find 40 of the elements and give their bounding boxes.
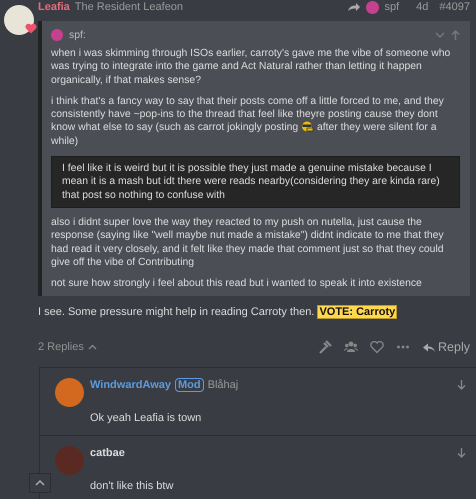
quoted-username: spf:: [69, 30, 86, 40]
user-title: The Resident Leafeon: [74, 1, 184, 13]
emoji-icon: [301, 121, 314, 132]
chevron-down-icon[interactable]: [435, 32, 445, 38]
share-arrow-icon: [347, 2, 362, 12]
scroll-to-top-button[interactable]: [29, 473, 51, 493]
arrow-down-icon[interactable]: [457, 380, 466, 390]
heart-icon: [25, 23, 37, 34]
quote-paragraph: when i was skimming through ISOs earlier, carroty's gave me the vibe of someone who was trying to integrate into the game and Act Natural rather than letting it happen organically, if that makes sense?: [51, 47, 452, 87]
user-title: Blåhaj: [208, 379, 238, 392]
post-text: I see. Some pressure might help in reading Carroty then.: [38, 306, 314, 318]
nested-quote: I feel like it is weird but it is possible they just made a genuine mistake because I mean it is a mash but idt there were reads nearby(considering they are kinda rare) that post so nothing to confuse with: [51, 156, 460, 208]
quote-paragraph: also i didnt super love the way they reacted to my push on nutella, just cause the response (saying like "well maybe nut made a mistake") didnt indicate to me that they had read it very closely, and it felt like they made that comment just so that they could give off the vibe of Contributing: [51, 216, 445, 270]
post-number[interactable]: #4097: [439, 1, 470, 13]
reply-text: don't like this btw: [90, 479, 174, 494]
reply-to-avatar: [366, 0, 380, 14]
arrow-up-icon[interactable]: [451, 30, 460, 40]
reply-text: Ok yeah Leafia is town: [90, 411, 202, 426]
quote-paragraph: not sure how strongly i feel about this read but i wanted to speak it into existence: [51, 277, 423, 290]
post-age[interactable]: 4d: [416, 1, 428, 13]
user-avatar: [4, 5, 34, 35]
chevron-up-icon: [35, 480, 45, 486]
vote-highlight: VOTE: Carroty: [317, 305, 398, 320]
reply-button[interactable]: Reply: [422, 340, 470, 354]
quoted-user-avatar: [51, 29, 63, 41]
user-avatar: [55, 446, 84, 476]
mod-badge: Mod: [175, 378, 204, 392]
heart-outline-icon[interactable]: [370, 340, 384, 354]
username[interactable]: Leafia: [38, 1, 70, 13]
people-icon[interactable]: [344, 340, 358, 354]
arrow-down-icon[interactable]: [457, 448, 466, 458]
reply-arrow-icon: [422, 342, 436, 353]
username[interactable]: WindwardAway: [90, 379, 171, 392]
replies-toggle[interactable]: 2 Replies: [38, 341, 97, 354]
chevron-up-icon: [88, 344, 97, 350]
reply-to-username[interactable]: spf: [384, 1, 400, 13]
user-avatar: [55, 378, 84, 408]
username[interactable]: catbae: [90, 447, 125, 460]
gavel-icon[interactable]: [318, 340, 332, 354]
quote-paragraph: i think that's a fancy way to say that their posts come off a little forced to me, and they consistently have ~pop-ins to the thread that feel like theyre posting cause they dont know what else to say (such as carrot jokingly posting after they were silent for a while): [51, 94, 445, 148]
